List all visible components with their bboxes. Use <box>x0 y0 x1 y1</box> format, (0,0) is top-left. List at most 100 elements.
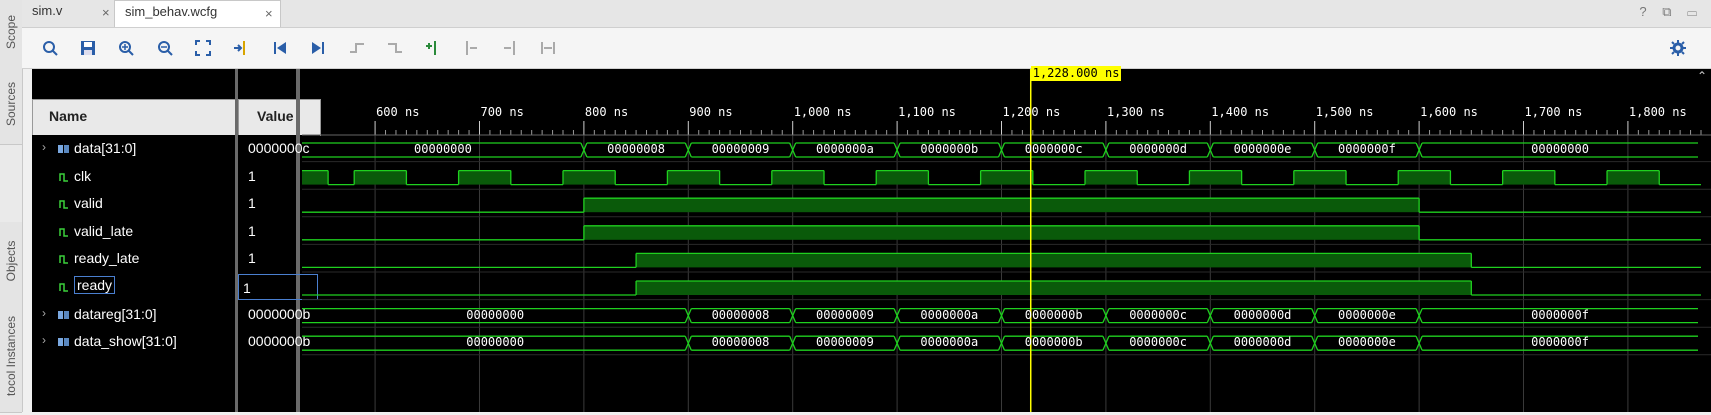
previous-marker-icon[interactable] <box>460 37 482 59</box>
bus-value-label: 00000000 <box>414 142 472 156</box>
scroll-up-icon[interactable]: ⌃ <box>1693 69 1711 89</box>
swap-cursors-icon[interactable] <box>537 37 559 59</box>
go-to-time-0-icon[interactable] <box>269 37 291 59</box>
time-tick-label: 1,200 ns <box>1002 105 1061 119</box>
signal-value: 1 <box>248 222 256 239</box>
cursor-time-label[interactable]: 1,228.000 ns <box>1030 66 1122 81</box>
high-level-fill <box>1085 170 1138 185</box>
go-to-last-time-icon[interactable] <box>307 37 329 59</box>
signal-row-data-show[interactable]: › data_show[31:0] <box>32 328 237 356</box>
name-column-header[interactable]: Name <box>32 99 237 136</box>
bus-value-label: 00000008 <box>711 335 770 350</box>
close-icon[interactable]: × <box>265 3 273 25</box>
waveform-graphics <box>302 69 1711 412</box>
sidebar-tab-protocol-instances[interactable]: tocol Instances <box>0 300 22 413</box>
column-header-label: Name <box>49 108 88 124</box>
zoom-out-icon[interactable] <box>154 37 176 59</box>
sidebar-tab-label: Scope <box>4 14 18 50</box>
waveform-toolbar <box>22 28 1711 69</box>
high-level-fill <box>667 170 720 185</box>
settings-icon[interactable] <box>1667 37 1689 59</box>
signal-name: data_show[31:0] <box>74 333 177 350</box>
signal-value: 0000000c <box>248 140 310 156</box>
bus-value-label: 0000000f <box>1338 142 1396 156</box>
signal-row-datareg[interactable]: › datareg[31:0] <box>32 301 237 329</box>
time-tick-label: 1,500 ns <box>1315 105 1374 119</box>
high-level-fill <box>1502 170 1555 185</box>
chevron-right-icon[interactable]: › <box>42 333 46 347</box>
signal-row-clk[interactable]: clk <box>32 163 237 191</box>
signal-row-valid[interactable]: valid <box>32 190 237 218</box>
signal-value: 0000000b <box>248 305 311 322</box>
bus-signal-icon <box>58 335 70 347</box>
time-tick-label: 1,000 ns <box>793 105 852 119</box>
bus-value-label: 0000000b <box>1024 335 1083 350</box>
high-level-fill <box>302 170 329 185</box>
go-to-cursor-icon[interactable] <box>230 37 252 59</box>
high-level-fill <box>636 281 1472 295</box>
signal-name: ready <box>74 276 116 294</box>
bus-value-label: 0000000d <box>1129 142 1187 156</box>
signal-row-data[interactable]: › data[31:0] <box>32 135 237 163</box>
high-level-fill <box>771 170 825 185</box>
time-tick-label: 1,600 ns <box>1420 105 1478 119</box>
next-transition-icon[interactable] <box>384 37 406 59</box>
high-level-fill <box>980 170 1033 185</box>
bus-value-label: 0000000c <box>1129 335 1187 350</box>
bus-value-label: 0000000a <box>920 307 979 322</box>
bus-value-label: 0000000e <box>1338 307 1396 322</box>
waveform-canvas[interactable]: 600 ns 700 ns 800 ns 900 ns 1,000 ns 1,100 ns… <box>302 66 1711 412</box>
bus-value-label: 0000000f <box>1531 335 1589 350</box>
save-icon[interactable] <box>77 37 99 59</box>
signal-row-ready-late[interactable]: ready_late <box>32 245 237 273</box>
bus-value-label: 00000008 <box>607 142 665 156</box>
bus-value-label: 0000000d <box>1233 335 1292 350</box>
zoom-in-icon[interactable] <box>115 37 137 59</box>
bus-value-label: 00000000 <box>466 307 525 322</box>
high-level-fill <box>583 198 1420 213</box>
sidebar-tab-scope[interactable]: Scope <box>0 0 22 65</box>
signal-row-valid-late[interactable]: valid_late <box>32 218 237 246</box>
sidebar-tab-sources[interactable]: Sources <box>0 64 22 145</box>
chevron-right-icon[interactable]: › <box>42 140 46 154</box>
bus-value-label: 00000000 <box>1531 142 1589 156</box>
signal-value: 0000000b <box>248 333 311 350</box>
zoom-fit-icon[interactable] <box>192 37 214 59</box>
bus-value-label: 00000008 <box>711 307 770 322</box>
high-level-fill <box>563 170 616 185</box>
editor-tab-bar: sim.v × sim_behav.wcfg × ? ⧉ ▭ <box>22 0 1711 28</box>
add-marker-icon[interactable] <box>422 37 444 59</box>
high-level-fill <box>583 225 1420 240</box>
time-tick-label: 600 ns <box>376 105 420 119</box>
time-tick-label: 800 ns <box>584 105 629 119</box>
time-tick-label: 700 ns <box>480 105 524 119</box>
bit-signal-icon <box>58 197 70 209</box>
high-level-fill <box>1189 170 1242 185</box>
time-tick-label: 1,300 ns <box>1106 105 1165 119</box>
bus-value-label: 0000000e <box>1338 335 1396 350</box>
signal-value: 1 <box>243 280 251 296</box>
tab-sim-behav-wcfg[interactable]: sim_behav.wcfg × <box>114 0 281 27</box>
time-tick-label: 1,700 ns <box>1524 105 1583 119</box>
search-icon[interactable] <box>39 37 61 59</box>
bit-signal-icon <box>58 252 70 265</box>
bit-signal-icon <box>58 170 70 182</box>
tab-sim-v[interactable]: sim.v × <box>22 0 122 27</box>
bit-signal-icon <box>58 280 70 292</box>
next-marker-icon[interactable] <box>499 37 521 59</box>
sidebar-tab-objects[interactable]: Objects <box>0 222 22 301</box>
previous-transition-icon[interactable] <box>346 37 368 59</box>
sidebar-tab-label: tocol Instances <box>4 315 18 397</box>
left-sidebar: Scope Sources Objects tocol Instances <box>0 0 23 413</box>
close-icon[interactable]: × <box>102 2 110 24</box>
signal-name: datareg[31:0] <box>74 305 157 322</box>
bus-value-label: 00000009 <box>815 335 874 350</box>
signal-name: valid_late <box>74 222 134 239</box>
signal-row-ready[interactable]: ready <box>32 273 237 301</box>
bus-value-label: 00000009 <box>815 307 874 322</box>
signal-value: 1 <box>248 195 256 212</box>
bus-signal-icon <box>58 308 70 320</box>
chevron-right-icon[interactable]: › <box>42 306 46 320</box>
sidebar-tab-label: Objects <box>4 240 18 282</box>
window-controls[interactable]: ? ⧉ ▭ <box>1639 4 1703 20</box>
